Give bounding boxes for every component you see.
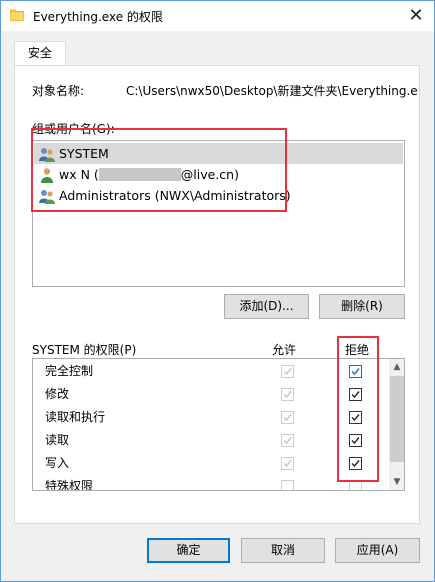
apply-button[interactable]: 应用(A) — [335, 538, 420, 563]
red-highlight-deny-column — [337, 336, 379, 482]
allow-checkbox[interactable] — [281, 434, 294, 447]
permission-row-write: 写入 — [33, 452, 388, 475]
permission-row-read: 读取 — [33, 429, 388, 452]
permission-name: 读取和执行 — [45, 410, 106, 424]
permission-name: 修改 — [45, 387, 70, 401]
close-button[interactable]: ✕ — [399, 3, 433, 29]
permission-name: 完全控制 — [45, 364, 94, 378]
object-name-label: 对象名称: — [32, 84, 85, 98]
window-title: Everything.exe 的权限 — [33, 10, 163, 24]
tab-security[interactable]: 安全 — [14, 41, 66, 66]
scroll-down-arrow-icon[interactable]: ▼ — [389, 474, 404, 490]
red-highlight-users — [31, 128, 287, 212]
object-name-value: C:\Users\nwx50\Desktop\新建文件夹\Everything.… — [126, 84, 418, 98]
allow-checkbox[interactable] — [281, 411, 294, 424]
title-bar: Everything.exe 的权限 ✕ — [1, 1, 434, 31]
add-button[interactable]: 添加(D)... — [224, 294, 309, 319]
security-tab-panel: 对象名称: C:\Users\nwx50\Desktop\新建文件夹\Every… — [14, 65, 420, 524]
allow-checkbox[interactable] — [281, 457, 294, 470]
folder-icon — [10, 9, 24, 21]
permissions-dialog: Everything.exe 的权限 ✕ 安全 对象名称: C:\Users\n… — [0, 0, 435, 582]
ok-button[interactable]: 确定 — [147, 538, 230, 563]
permission-row-full-control: 完全控制 — [33, 360, 388, 383]
allow-checkbox[interactable] — [281, 480, 294, 490]
allow-column-header: 允许 — [272, 343, 297, 357]
scrollbar-thumb[interactable] — [390, 376, 404, 462]
permissions-scrollbar[interactable]: ▲ ▼ — [389, 359, 404, 490]
permission-name: 写入 — [45, 456, 70, 470]
permission-row-special: 特殊权限 — [33, 475, 388, 491]
permission-name: 特殊权限 — [45, 479, 94, 491]
tab-strip: 安全 — [14, 41, 420, 66]
permission-row-read-execute: 读取和执行 — [33, 406, 388, 429]
remove-button[interactable]: 删除(R) — [319, 294, 405, 319]
cancel-button[interactable]: 取消 — [241, 538, 325, 563]
allow-checkbox[interactable] — [281, 365, 294, 378]
permission-row-modify: 修改 — [33, 383, 388, 406]
permissions-label: SYSTEM 的权限(P) — [32, 343, 137, 357]
permission-name: 读取 — [45, 433, 70, 447]
scroll-up-arrow-icon[interactable]: ▲ — [389, 359, 404, 375]
allow-checkbox[interactable] — [281, 388, 294, 401]
